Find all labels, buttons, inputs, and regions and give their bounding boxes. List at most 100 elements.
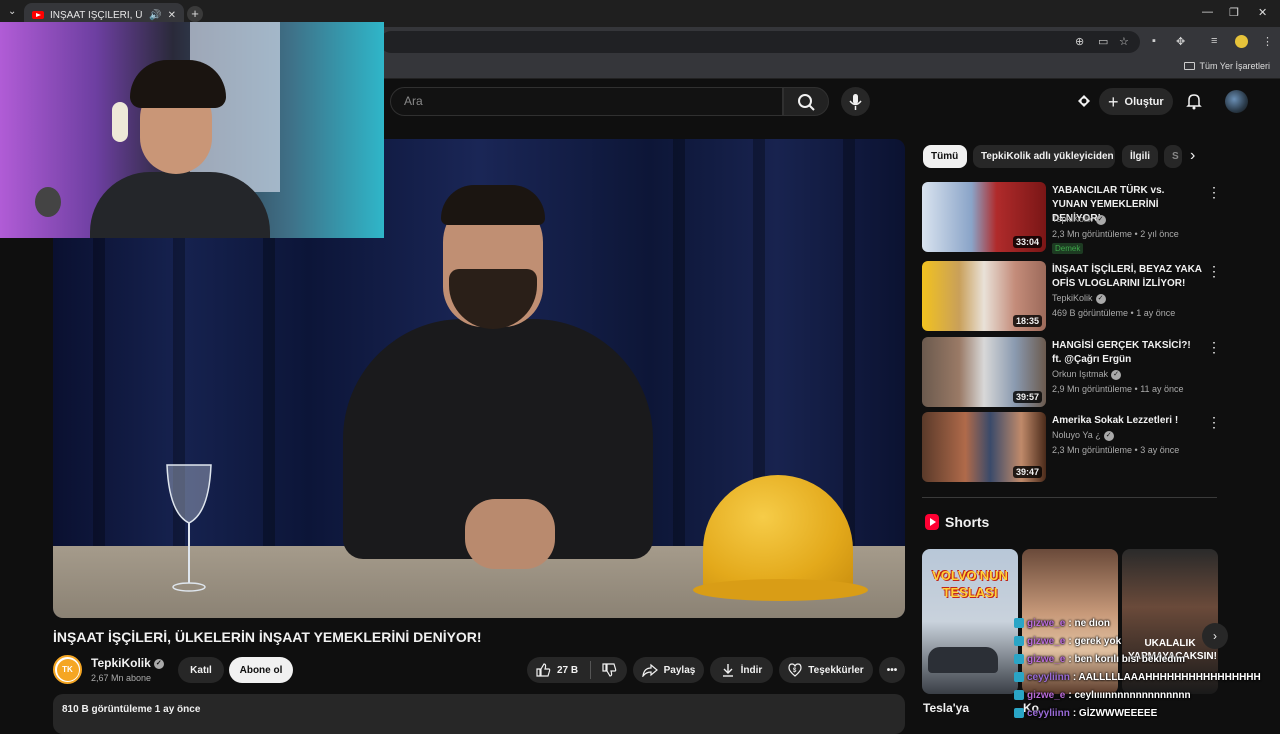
sparkle-icon[interactable] (1075, 92, 1093, 110)
minimize-icon[interactable]: — (1202, 6, 1213, 18)
chip-from-uploader[interactable]: TepkiKolik adlı yükleyiciden (973, 145, 1115, 168)
create-button[interactable]: + Oluştur (1099, 88, 1173, 115)
cast-icon[interactable]: ▭ (1098, 35, 1108, 48)
video-thumbnail[interactable]: 18:35 (922, 261, 1046, 331)
chat-message: gizwe_e : ne dıon (1014, 614, 1280, 632)
video-meta: 2,9 Mn görüntüleme • 11 ay önce (1052, 384, 1184, 394)
more-actions-button[interactable]: ••• (879, 657, 905, 683)
chevron-right-icon[interactable]: › (1190, 147, 1195, 165)
thanks-label: Teşekkürler (808, 664, 864, 676)
video-duration: 18:35 (1012, 315, 1042, 327)
water-glass (166, 464, 212, 592)
share-button[interactable]: Paylaş (633, 657, 704, 683)
chip-related[interactable]: İlgili (1122, 145, 1158, 168)
all-bookmarks[interactable]: Tüm Yer İşaretleri (1184, 61, 1270, 71)
maximize-icon[interactable]: ❐ (1229, 6, 1239, 19)
tab-title: İNŞAAT İŞÇİLERİ, ÜLKELERİN (50, 9, 143, 21)
notifications-bell-icon[interactable] (1185, 92, 1203, 110)
chip-all[interactable]: Tümü (923, 145, 967, 168)
search-button[interactable] (783, 87, 829, 116)
video-title[interactable]: İNŞAAT İŞÇİLERİ, BEYAZ YAKA OFİS VLOGLAR… (1052, 263, 1202, 291)
chat-text: : gerek yok (1068, 635, 1122, 647)
recommended-video[interactable]: 39:57 HANGİSİ GERÇEK TAKSİCİ?! ft. @Çağr… (922, 337, 1222, 407)
verified-icon: ✓ (1095, 293, 1106, 304)
video-meta: 2,3 Mn görüntüleme • 2 yıl önce (1052, 229, 1179, 239)
zoom-icon[interactable]: ⊕ (1075, 35, 1084, 48)
dislike-icon[interactable] (601, 662, 617, 678)
video-title[interactable]: Amerika Sokak Lezzetleri ! (1052, 414, 1202, 428)
thanks-button[interactable]: $ Teşekkürler (779, 657, 873, 683)
webcam-overlay (0, 22, 384, 238)
address-bar[interactable] (380, 31, 1140, 53)
chat-username: gizwe_e (1027, 689, 1066, 701)
bookmark-star-icon[interactable]: ☆ (1119, 35, 1129, 48)
close-window-icon[interactable]: ✕ (1258, 6, 1267, 19)
extension-icon[interactable]: ▪ (1152, 35, 1156, 47)
like-count[interactable]: 27 B (557, 665, 578, 676)
tab-search-chevron-icon[interactable]: ⌄ (8, 6, 16, 17)
video-thumbnail[interactable]: 33:04 (922, 182, 1046, 252)
chat-username: gizwe_e (1027, 653, 1066, 665)
chat-username: ceyyliinn (1027, 671, 1070, 683)
video-title[interactable]: HANGİSİ GERÇEK TAKSİCİ?! ft. @Çağrı Ergü… (1052, 339, 1202, 367)
short-caption[interactable]: Tesla'ya (923, 701, 969, 715)
more-vertical-icon[interactable]: ⋮ (1207, 184, 1221, 201)
chat-message: gizwe_e : ben korılı bısı bekledım (1014, 650, 1280, 668)
subscribe-button[interactable]: Abone ol (229, 657, 293, 683)
chat-badge-icon (1014, 654, 1024, 664)
chat-text: : ne dıon (1068, 617, 1111, 629)
video-channel[interactable]: Orkun Işıtmak ✓ (1052, 369, 1122, 380)
like-icon[interactable] (535, 662, 551, 678)
search-icon (798, 94, 815, 111)
microphone-icon (849, 94, 862, 110)
chat-message: gizwe_e : ceylıııınnnnnnnnnnnnnn (1014, 686, 1280, 704)
chat-badge-icon (1014, 708, 1024, 718)
chat-username: gizwe_e (1027, 635, 1066, 647)
browser-menu-icon[interactable]: ⋮ (1262, 35, 1273, 48)
video-meta: 469 B görüntüleme • 1 ay önce (1052, 308, 1176, 318)
section-divider (922, 497, 1217, 498)
chat-text: : ben korılı bısı bekledım (1068, 653, 1186, 665)
more-vertical-icon[interactable]: ⋮ (1207, 263, 1221, 280)
chat-badge-icon (1014, 690, 1024, 700)
video-channel[interactable]: Noluyo Ya ¿ ✓ (1052, 430, 1114, 441)
download-label: İndir (740, 664, 763, 676)
channel-avatar[interactable]: TK (53, 655, 82, 684)
shorts-heading: Shorts (925, 514, 989, 530)
more-vertical-icon[interactable]: ⋮ (1207, 339, 1221, 356)
chip-partial[interactable]: S (1164, 145, 1182, 168)
short-item[interactable]: VOLVO'NUN TESLASI (922, 549, 1018, 694)
download-button[interactable]: İndir (710, 657, 773, 683)
verified-icon: ✓ (1095, 214, 1106, 225)
video-duration: 39:57 (1012, 391, 1042, 403)
video-channel[interactable]: TepkiKolik ✓ (1052, 293, 1106, 304)
description-box[interactable]: 810 B görüntüleme 1 ay önce (53, 694, 905, 734)
speaker-icon[interactable]: 🔊 (149, 10, 161, 21)
media-controls-icon[interactable]: ≡ (1211, 35, 1217, 47)
recommended-video[interactable]: 39:47 Amerika Sokak Lezzetleri ! Noluyo … (922, 412, 1222, 482)
close-tab-icon[interactable]: ✕ (168, 10, 176, 21)
recommended-video[interactable]: 18:35 İNŞAAT İŞÇİLERİ, BEYAZ YAKA OFİS V… (922, 261, 1222, 331)
share-icon (641, 663, 658, 677)
chat-text: : AALLLLLAAAHHHHHHHHHHHHHHHH (1072, 671, 1261, 683)
channel-name[interactable]: TepkiKolik ✓ (91, 656, 164, 670)
recommended-video[interactable]: 33:04 YABANCILAR TÜRK vs. YUNAN YEMEKLER… (922, 182, 1222, 254)
video-title: İNŞAAT İŞÇİLERİ, ÜLKELERİN İNŞAAT YEMEKL… (53, 629, 482, 645)
shorts-title: Shorts (945, 514, 990, 530)
voice-search-button[interactable] (841, 87, 870, 116)
video-thumbnail[interactable]: 39:47 (922, 412, 1046, 482)
more-vertical-icon[interactable]: ⋮ (1207, 414, 1221, 431)
video-thumbnail[interactable]: 39:57 (922, 337, 1046, 407)
account-avatar[interactable] (1225, 90, 1248, 113)
join-button[interactable]: Katıl (178, 657, 224, 683)
create-label: Oluştur (1124, 95, 1164, 108)
new-tab-button[interactable]: + (187, 6, 203, 22)
plus-icon: + (1108, 91, 1119, 112)
search-input[interactable]: Ara (390, 87, 783, 116)
verified-icon: ✓ (1103, 430, 1114, 441)
new-badge: Demek (1052, 243, 1084, 254)
profile-icon[interactable] (1235, 35, 1248, 48)
video-channel[interactable]: TepkiKolik ✓ (1052, 214, 1106, 225)
all-bookmarks-label: Tüm Yer İşaretleri (1199, 61, 1270, 71)
puzzle-icon[interactable]: ✥ (1176, 35, 1185, 48)
